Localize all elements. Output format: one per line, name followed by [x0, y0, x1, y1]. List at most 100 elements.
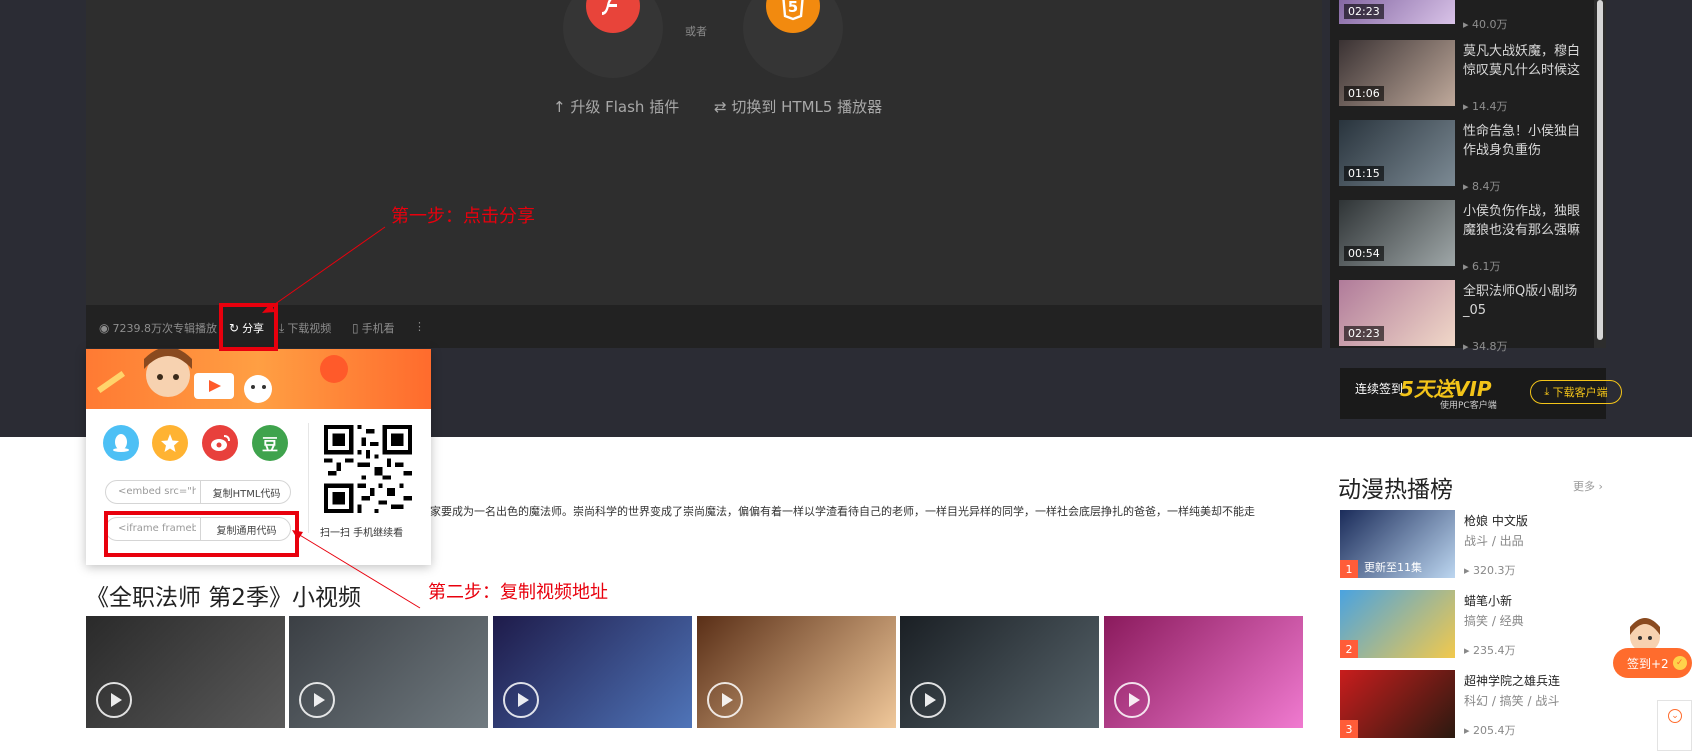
share-popup-banner — [86, 349, 431, 409]
related-thumbnail[interactable]: 02:23 — [1339, 280, 1455, 346]
related-item[interactable]: 01:15 性命告急！小侯独自作战身负重伤 ▸ 8.4万 — [1339, 120, 1591, 193]
qzone-share-icon[interactable] — [152, 425, 188, 461]
duration-badge: 01:15 — [1344, 166, 1384, 181]
hot-thumbnail[interactable]: 2 — [1340, 590, 1455, 658]
checkin-button[interactable]: 签到+2 ✓ — [1613, 648, 1692, 678]
short-video-thumb[interactable] — [900, 616, 1099, 728]
checkin-label: 签到+2 — [1627, 656, 1669, 671]
duration-badge: 01:06 — [1344, 86, 1384, 101]
upgrade-flash-label: 升级 Flash 插件 — [570, 98, 680, 116]
rank-badge: 3 — [1340, 720, 1358, 738]
play-icon[interactable] — [910, 682, 946, 718]
series-description: 家要成为一名出色的魔法师。崇尚科学的世界变成了崇尚魔法，偏偏有着一样以学渣看待自… — [430, 505, 1255, 518]
related-item[interactable]: 00:54 小侯负伤作战，独眼魔狼也没有那么强嘛 ▸ 6.1万 — [1339, 200, 1591, 273]
download-client-label: 下载客户端 — [1552, 386, 1608, 399]
short-video-thumb[interactable] — [86, 616, 285, 728]
play-icon[interactable] — [96, 682, 132, 718]
rank-badge: 1 — [1340, 560, 1358, 578]
short-video-thumb[interactable] — [493, 616, 692, 728]
related-item[interactable]: 02:23 全职法师Q版小剧场_05 ▸ 34.8万 — [1339, 280, 1591, 353]
more-icon: ⋮ — [414, 320, 425, 333]
download-client-icon: ⤓ — [1544, 385, 1553, 398]
related-item[interactable]: 01:06 莫凡大战妖魔，穆白惊叹莫凡什么时候这 ▸ 14.4万 — [1339, 40, 1591, 113]
short-video-thumb[interactable] — [289, 616, 488, 728]
related-thumbnail[interactable]: 01:06 — [1339, 40, 1455, 106]
related-thumbnail[interactable]: 01:15 — [1339, 120, 1455, 186]
download-client-button[interactable]: ⤓ 下载客户端 — [1530, 380, 1622, 404]
coin-icon: ✓ — [1672, 656, 1687, 670]
flash-icon[interactable] — [586, 0, 640, 33]
related-plays: ▸ 40.0万 — [1463, 18, 1508, 31]
swap-icon: ⇄ — [714, 98, 727, 116]
play-icon[interactable] — [707, 682, 743, 718]
hot-more-link[interactable]: 更多 › — [1573, 478, 1603, 494]
update-label: 更新至11集 — [1364, 561, 1422, 574]
mobile-label: 手机看 — [361, 322, 395, 335]
hot-item[interactable]: 3 超神学院之雄兵连 科幻 / 搞笑 / 战斗 ▸ 205.4万 — [1340, 670, 1600, 738]
hot-title[interactable]: 枪娘 中文版 — [1464, 512, 1528, 529]
qr-code — [324, 425, 412, 513]
vip-sub: 使用PC客户端 — [1440, 401, 1497, 411]
copy-html-button[interactable]: 复制HTML代码 — [200, 481, 290, 503]
code-highlight-box — [104, 511, 299, 557]
related-plays-value: 40.0万 — [1472, 18, 1508, 31]
switch-html5-link[interactable]: ⇄ 切换到 HTML5 播放器 — [714, 96, 882, 117]
related-thumbnail[interactable]: 00:54 — [1339, 200, 1455, 266]
plays-counter: ◉ 7239.8万次专辑播放 — [99, 320, 217, 336]
mobile-button[interactable]: ▯ 手机看 — [352, 320, 395, 336]
related-item[interactable]: 02:23 ▸ 40.0万 — [1339, 0, 1591, 31]
duration-badge: 02:23 — [1344, 326, 1384, 341]
hot-tags: 战斗 / 出品 — [1464, 534, 1524, 548]
hot-list-title: 动漫热播榜 — [1338, 477, 1453, 503]
html5-glyph: 5 — [788, 0, 798, 16]
share-highlight-box — [219, 303, 278, 351]
douban-share-icon[interactable]: 豆 — [252, 425, 288, 461]
related-list-scrollbar[interactable] — [1594, 0, 1606, 348]
hot-item[interactable]: 2 蜡笔小新 搞笑 / 经典 ▸ 235.4万 — [1340, 590, 1600, 658]
play-icon[interactable] — [299, 682, 335, 718]
hot-title[interactable]: 超神学院之雄兵连 — [1464, 672, 1560, 689]
step2-annotation: 第二步：复制视频地址 — [428, 582, 608, 603]
html5-icon[interactable]: 5 — [766, 0, 820, 33]
short-video-thumb[interactable] — [697, 616, 896, 728]
html5-plugin-circle: 5 — [743, 0, 843, 78]
play-icon[interactable] — [503, 682, 539, 718]
scrollbar-thumb[interactable] — [1597, 0, 1603, 340]
hot-item[interactable]: 1 更新至11集 枪娘 中文版 战斗 / 出品 ▸ 320.3万 — [1340, 510, 1600, 578]
flash-plugin-circle — [563, 0, 663, 78]
popup-divider — [308, 423, 309, 533]
hot-more-label: 更多 — [1573, 480, 1595, 493]
hot-thumbnail[interactable]: 3 — [1340, 670, 1455, 738]
related-plays: ▸ 34.8万 — [1463, 340, 1508, 353]
weibo-share-icon[interactable] — [202, 425, 238, 461]
share-mascot-illustration — [96, 349, 348, 403]
html-code-input[interactable]: <embed src="h — [118, 486, 196, 497]
qr-caption: 扫一扫 手机继续看 — [320, 528, 404, 539]
download-button[interactable]: ⤓ 下载视频 — [279, 320, 331, 336]
related-plays: ▸ 8.4万 — [1463, 180, 1501, 193]
play-count-icon: ◉ — [99, 321, 110, 335]
related-plays-value: 8.4万 — [1472, 180, 1501, 193]
chevron-down-icon[interactable]: ⌄ — [1668, 709, 1682, 723]
side-toolbar[interactable]: ⌄ — [1657, 700, 1692, 751]
hot-thumbnail[interactable]: 1 更新至11集 — [1340, 510, 1455, 578]
more-button[interactable]: ⋮ — [414, 320, 425, 333]
related-title[interactable]: 小侯负伤作战，独眼魔狼也没有那么强嘛 — [1463, 202, 1587, 240]
short-video-thumb[interactable] — [1104, 616, 1303, 728]
qq-share-icon[interactable] — [103, 425, 139, 461]
video-player[interactable]: 或者 5 ↑ 升级 Flash 插件 ⇄ 切换到 HTML5 播放器 — [86, 0, 1322, 348]
play-icon[interactable] — [1114, 682, 1150, 718]
or-text: 或者 — [685, 25, 707, 38]
related-plays-value: 14.4万 — [1472, 100, 1508, 113]
upgrade-flash-link[interactable]: ↑ 升级 Flash 插件 — [553, 96, 679, 117]
plays-label: 7239.8万次专辑播放 — [112, 322, 217, 335]
related-title[interactable]: 莫凡大战妖魔，穆白惊叹莫凡什么时候这 — [1463, 42, 1587, 80]
related-thumbnail[interactable]: 02:23 — [1339, 0, 1455, 24]
hot-tags: 搞笑 / 经典 — [1464, 614, 1524, 628]
hot-title[interactable]: 蜡笔小新 — [1464, 592, 1512, 609]
related-title[interactable]: 全职法师Q版小剧场_05 — [1463, 282, 1587, 320]
phone-icon: ▯ — [352, 321, 359, 335]
step1-annotation: 第一步：点击分享 — [391, 206, 535, 227]
related-title[interactable]: 性命告急！小侯独自作战身负重伤 — [1463, 122, 1587, 160]
page: 或者 5 ↑ 升级 Flash 插件 ⇄ 切换到 HTML5 播放器 ◉ 723… — [0, 0, 1692, 751]
